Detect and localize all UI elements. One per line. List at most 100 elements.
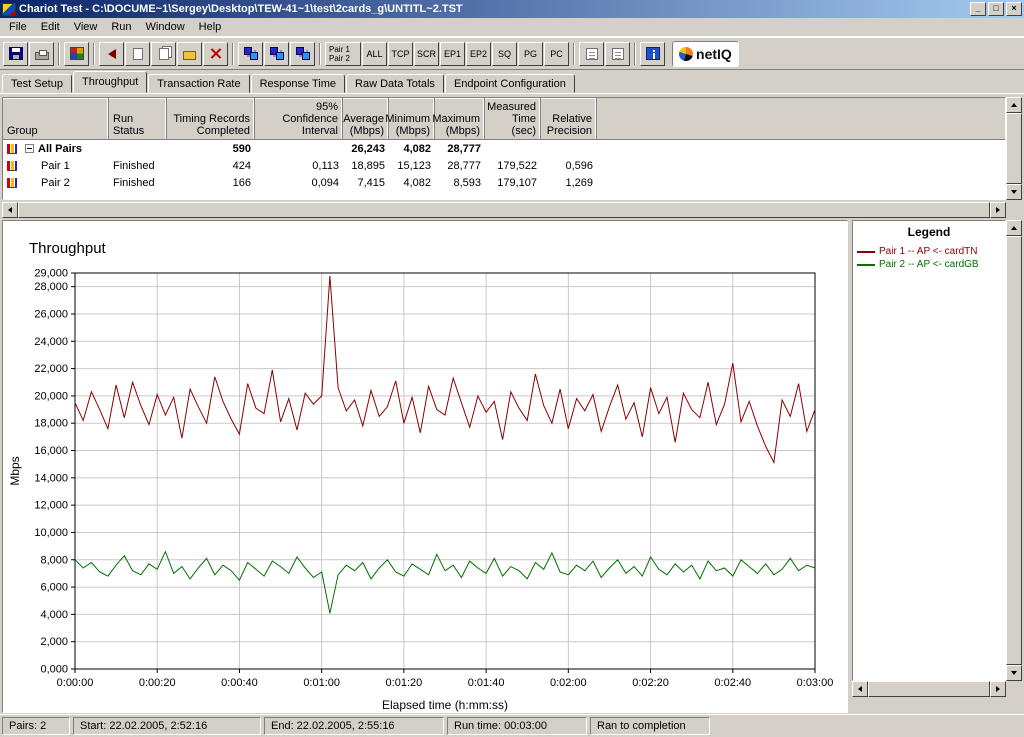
title-bar[interactable]: Chariot Test - C:\DOCUME~1\Sergey\Deskto… <box>0 0 1024 18</box>
table-header-row: Group Run Status Timing Records Complete… <box>3 98 1005 140</box>
svg-text:28,000: 28,000 <box>34 281 68 293</box>
pair-filter-line2: Pair 2 <box>329 54 350 63</box>
svg-text:Throughput: Throughput <box>29 240 107 257</box>
copy-button[interactable] <box>125 42 150 66</box>
table-row[interactable]: Pair 2 Finished 166 0,094 7,415 4,082 8,… <box>3 174 1005 191</box>
scrollbar-thumb[interactable] <box>1006 113 1022 184</box>
maximize-button[interactable]: □ <box>988 2 1004 16</box>
svg-text:2,000: 2,000 <box>40 636 68 648</box>
scroll-right-button[interactable] <box>990 202 1006 218</box>
minimize-button[interactable]: _ <box>970 2 986 16</box>
average-cell: 26,243 <box>343 143 389 155</box>
status-completion: Ran to completion <box>590 717 710 735</box>
close-button[interactable]: × <box>1006 2 1022 16</box>
table-horizontal-scrollbar[interactable] <box>2 202 1006 218</box>
scroll-left-button[interactable] <box>852 681 868 697</box>
status-bar: Pairs: 2 Start: 22.02.2005, 2:52:16 End:… <box>0 714 1024 737</box>
scroll-down-icon <box>1011 190 1017 194</box>
filter-pg-button[interactable]: PG <box>518 42 543 66</box>
col-header-confidence[interactable]: 95% Confidence Interval <box>255 98 343 139</box>
scrollbar-thumb[interactable] <box>18 202 990 218</box>
netiq-brand-text: netIQ <box>696 46 732 62</box>
collapse-icon[interactable] <box>25 144 34 153</box>
scrollbar-thumb[interactable] <box>1006 236 1022 665</box>
info-button[interactable] <box>640 42 665 66</box>
scrollbar-track[interactable] <box>18 202 990 218</box>
run-test-button[interactable] <box>64 42 89 66</box>
save-button[interactable] <box>3 42 28 66</box>
filter-ep1-button[interactable]: EP1 <box>440 42 465 66</box>
report-view-button[interactable] <box>579 42 604 66</box>
edit-pair-button[interactable] <box>290 42 315 66</box>
menu-run[interactable]: Run <box>104 19 138 35</box>
legend-vertical-scrollbar[interactable] <box>1006 220 1022 681</box>
col-header-measured-time[interactable]: Measured Time (sec) <box>485 98 541 139</box>
col-header-run-status[interactable]: Run Status <box>109 98 167 139</box>
scroll-left-button[interactable] <box>2 202 18 218</box>
row-icon-cell <box>3 178 21 188</box>
save-icon <box>9 47 23 60</box>
menu-edit[interactable]: Edit <box>34 19 67 35</box>
filter-scr-button[interactable]: SCR <box>414 42 439 66</box>
svg-text:0:03:00: 0:03:00 <box>797 677 834 689</box>
svg-text:18,000: 18,000 <box>34 418 68 430</box>
scroll-up-icon <box>1011 103 1017 107</box>
table-row[interactable]: All Pairs 590 26,243 4,082 28,777 <box>3 140 1005 157</box>
scroll-left-icon <box>858 686 862 692</box>
scroll-down-button[interactable] <box>1006 184 1022 200</box>
scrollbar-track[interactable] <box>1006 113 1022 184</box>
print-button[interactable] <box>29 42 54 66</box>
filter-pc-button[interactable]: PC <box>544 42 569 66</box>
menu-window[interactable]: Window <box>139 19 192 35</box>
table-row[interactable]: Pair 1 Finished 424 0,113 18,895 15,123 … <box>3 157 1005 174</box>
svg-text:8,000: 8,000 <box>40 554 68 566</box>
scroll-right-button[interactable] <box>990 681 1006 697</box>
col-header-minimum[interactable]: Minimum (Mbps) <box>389 98 435 139</box>
menu-view[interactable]: View <box>67 19 105 35</box>
scrollbar-thumb[interactable] <box>868 681 990 697</box>
copy-icon <box>133 48 143 60</box>
svg-text:6,000: 6,000 <box>40 582 68 594</box>
add-multi-pair-button[interactable] <box>264 42 289 66</box>
col-header-maximum[interactable]: Maximum (Mbps) <box>435 98 485 139</box>
scroll-down-button[interactable] <box>1006 665 1022 681</box>
col-header-average[interactable]: Average (Mbps) <box>343 98 389 139</box>
scrollbar-track[interactable] <box>868 681 990 697</box>
status-run-time: Run time: 00:03:00 <box>447 717 587 735</box>
paste-button[interactable] <box>151 42 176 66</box>
menu-help[interactable]: Help <box>192 19 229 35</box>
legend-horizontal-scrollbar[interactable] <box>852 681 1006 697</box>
add-pair-button[interactable] <box>238 42 263 66</box>
rewind-button[interactable] <box>99 42 124 66</box>
col-header-records[interactable]: Timing Records Completed <box>167 98 255 139</box>
filter-sq-button[interactable]: SQ <box>492 42 517 66</box>
table-vertical-scrollbar[interactable] <box>1006 97 1022 200</box>
tab-raw-data-totals[interactable]: Raw Data Totals <box>346 74 444 93</box>
report-view-icon <box>586 48 598 60</box>
tab-transaction-rate[interactable]: Transaction Rate <box>148 74 249 93</box>
column-view-icon <box>612 48 624 60</box>
endpoint-pair-icon <box>296 47 310 60</box>
filter-tcp-button[interactable]: TCP <box>388 42 413 66</box>
group-cell: All Pairs <box>21 143 109 155</box>
tab-test-setup[interactable]: Test Setup <box>2 74 72 93</box>
scrollbar-track[interactable] <box>1006 236 1022 665</box>
row-icon-cell <box>3 161 21 171</box>
filter-all-button[interactable]: ALL <box>362 42 387 66</box>
menu-file[interactable]: File <box>2 19 34 35</box>
filter-ep2-button[interactable]: EP2 <box>466 42 491 66</box>
scroll-up-button[interactable] <box>1006 97 1022 113</box>
toolbar-separator <box>58 43 60 65</box>
open-folder-button[interactable] <box>177 42 202 66</box>
pair-filter-button[interactable]: Pair 1 Pair 2 <box>325 42 361 66</box>
delete-button[interactable] <box>203 42 228 66</box>
tab-response-time[interactable]: Response Time <box>251 74 345 93</box>
work-area: Group Run Status Timing Records Complete… <box>0 93 1024 714</box>
col-header-precision[interactable]: Relative Precision <box>541 98 597 139</box>
column-view-button[interactable] <box>605 42 630 66</box>
tab-throughput[interactable]: Throughput <box>73 71 147 93</box>
col-header-group[interactable]: Group <box>3 98 109 139</box>
scroll-up-button[interactable] <box>1006 220 1022 236</box>
tab-endpoint-configuration[interactable]: Endpoint Configuration <box>445 74 575 93</box>
records-cell: 166 <box>167 177 255 189</box>
